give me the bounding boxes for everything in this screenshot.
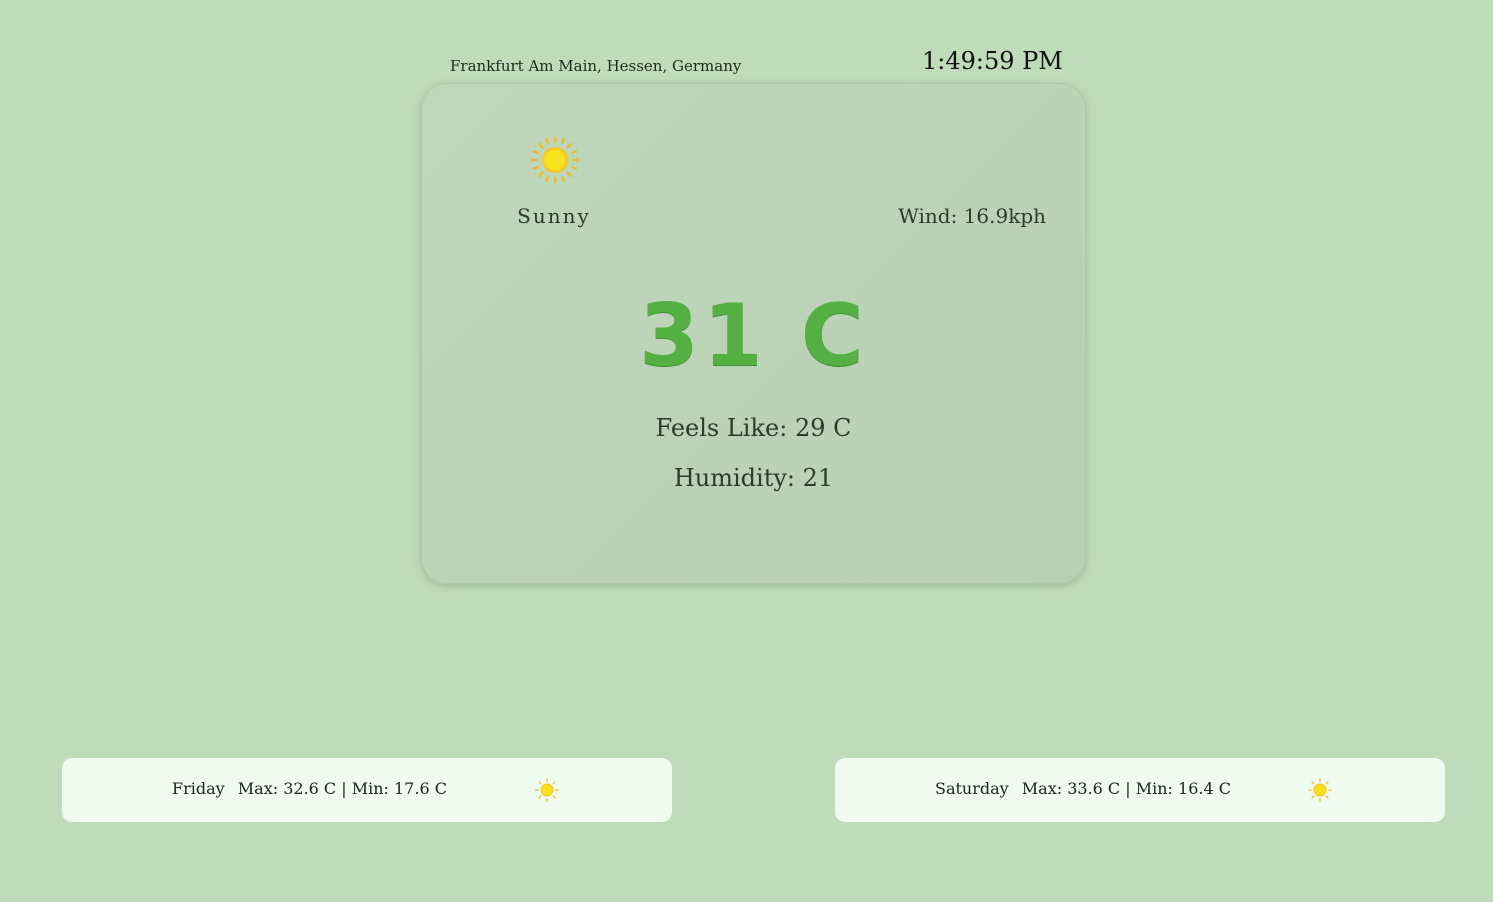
forecast-day: Saturday	[935, 779, 1009, 798]
weather-app: Frankfurt Am Main, Hessen, Germany 1:49:…	[0, 0, 1493, 902]
location-label: Frankfurt Am Main, Hessen, Germany	[450, 57, 742, 75]
humidity-label: Humidity: 21	[673, 464, 834, 492]
forecast-card: Saturday Max: 33.6 C | Min: 16.4 C	[835, 758, 1445, 822]
forecast-range: Max: 33.6 C | Min: 16.4 C	[1021, 779, 1231, 798]
clock: 1:49:59 PM	[922, 47, 1063, 75]
sun-icon	[1308, 778, 1332, 802]
condition-label: Sunny	[517, 204, 591, 228]
sun-icon	[535, 778, 559, 802]
forecast-text: Saturday Max: 33.6 C | Min: 16.4 C	[935, 779, 1231, 798]
current-weather-card: Sunny Wind: 16.9kph 31 C Feels Like: 29 …	[421, 83, 1086, 584]
forecast-card: Friday Max: 32.6 C | Min: 17.6 C	[62, 758, 672, 822]
forecast-text: Friday Max: 32.6 C | Min: 17.6 C	[172, 779, 447, 798]
forecast-range: Max: 32.6 C | Min: 17.6 C	[237, 779, 447, 798]
feels-like-label: Feels Like: 29 C	[655, 414, 852, 442]
forecast-day: Friday	[172, 779, 225, 798]
wind-label: Wind: 16.9kph	[898, 204, 1046, 228]
sun-icon	[531, 136, 579, 184]
temperature-value: 31 C	[639, 286, 868, 386]
